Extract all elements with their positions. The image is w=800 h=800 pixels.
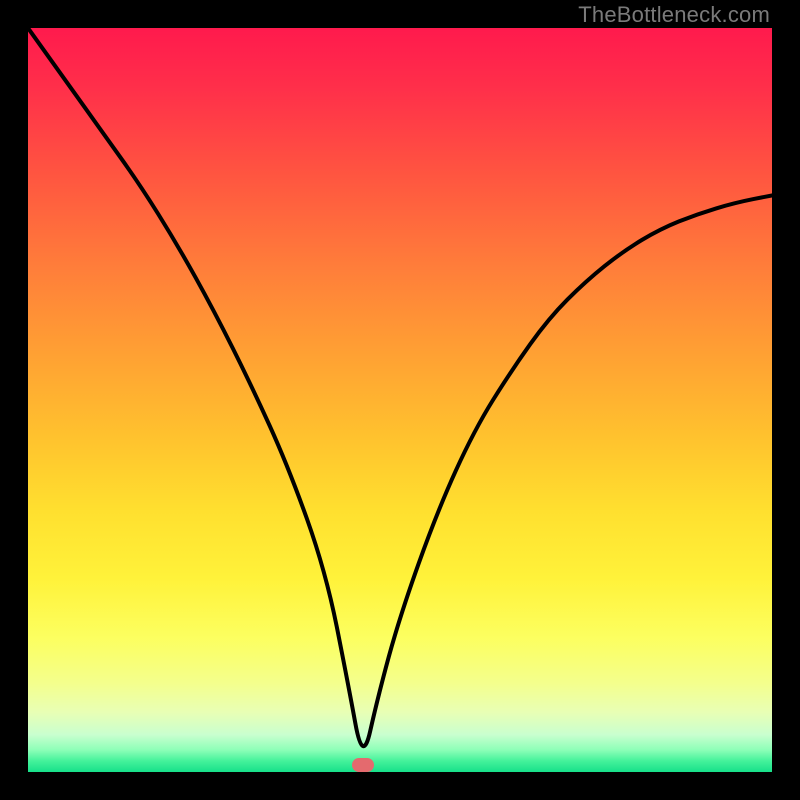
watermark-text: TheBottleneck.com [578, 2, 770, 28]
bottleneck-curve [28, 28, 772, 746]
curve-layer [28, 28, 772, 772]
optimal-marker [352, 758, 374, 772]
plot-area [28, 28, 772, 772]
chart-frame: TheBottleneck.com [0, 0, 800, 800]
